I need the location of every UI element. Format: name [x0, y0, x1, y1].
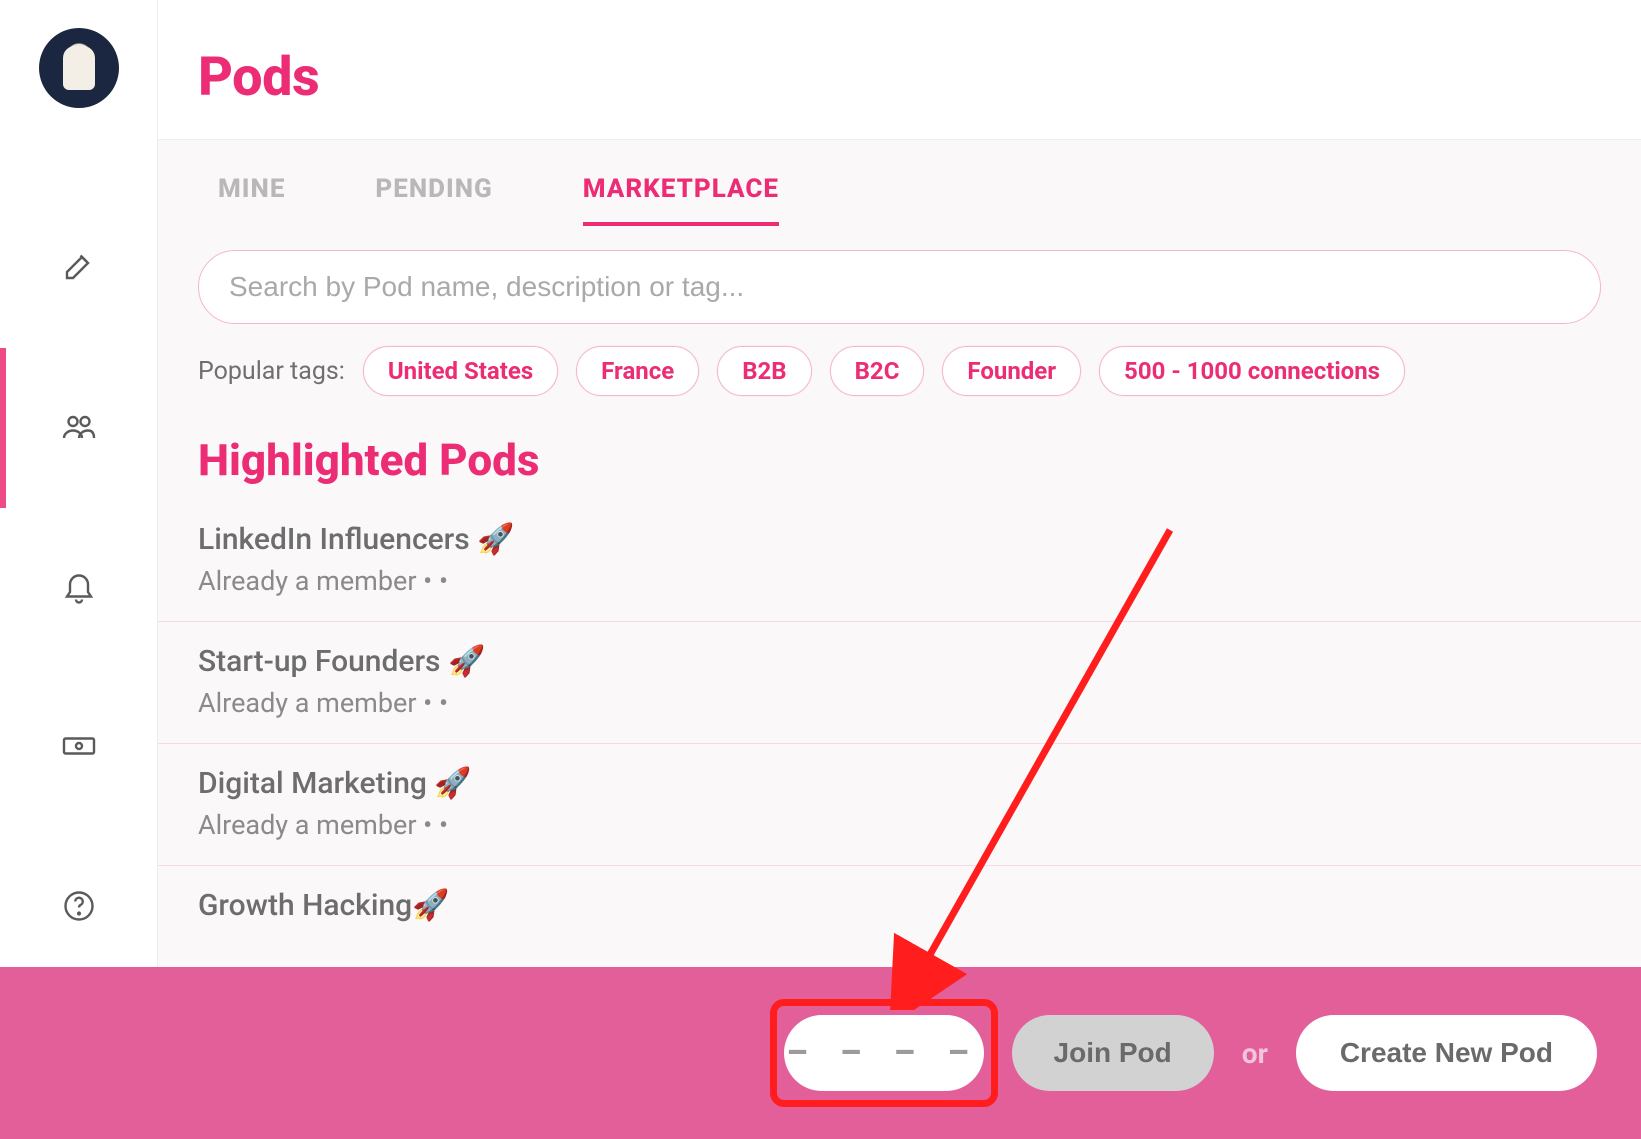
tag-chip[interactable]: United States	[363, 346, 558, 396]
join-pod-button[interactable]: Join Pod	[1012, 1015, 1214, 1091]
tab-marketplace[interactable]: MARKETPLACE	[583, 174, 779, 226]
pod-name: Digital Marketing 🚀	[198, 766, 1601, 801]
highlighted-pods-title: Highlighted Pods	[158, 406, 1641, 500]
pod-subtext: Already a member • •	[198, 687, 1601, 719]
tag-chip[interactable]: Founder	[942, 346, 1081, 396]
pod-name: Start-up Founders 🚀	[198, 644, 1601, 679]
list-item[interactable]: Start-up Founders 🚀 Already a member • •	[158, 622, 1641, 744]
pod-list: LinkedIn Influencers 🚀 Already a member …	[158, 500, 1641, 947]
page-title: Pods	[198, 46, 1601, 109]
search-input[interactable]	[198, 250, 1601, 324]
pod-subtext: Already a member • •	[198, 809, 1601, 841]
pod-name: Growth Hacking🚀	[198, 888, 1601, 923]
footer-bar: – – – – Join Pod or Create New Pod	[0, 967, 1641, 1139]
bell-icon	[61, 568, 97, 608]
tag-chip[interactable]: B2B	[717, 346, 811, 396]
list-item[interactable]: Digital Marketing 🚀 Already a member • •	[158, 744, 1641, 866]
sidebar-item-billing[interactable]	[0, 668, 157, 828]
tab-mine[interactable]: MINE	[218, 174, 285, 226]
sidebar-item-notifications[interactable]	[0, 508, 157, 668]
header: Pods	[158, 0, 1641, 140]
list-item[interactable]: LinkedIn Influencers 🚀 Already a member …	[158, 500, 1641, 622]
sidebar-item-compose[interactable]	[0, 188, 157, 348]
people-icon	[61, 408, 97, 448]
sidebar-item-pods[interactable]	[0, 348, 157, 508]
tag-chip[interactable]: B2C	[830, 346, 925, 396]
help-icon	[61, 888, 97, 928]
popular-tags-row: Popular tags: United States France B2B B…	[158, 324, 1641, 406]
or-separator: or	[1242, 1037, 1268, 1070]
popular-tags-label: Popular tags:	[198, 357, 345, 386]
avatar[interactable]	[39, 28, 119, 108]
pod-code-input[interactable]	[784, 1015, 984, 1091]
tag-chip[interactable]: 500 - 1000 connections	[1099, 346, 1405, 396]
list-item[interactable]: Growth Hacking🚀	[158, 866, 1641, 947]
create-new-pod-button[interactable]: Create New Pod	[1296, 1015, 1597, 1091]
tabs: MINE PENDING MARKETPLACE	[158, 140, 1641, 226]
pod-subtext: Already a member • •	[198, 565, 1601, 597]
sidebar-item-help[interactable]	[0, 828, 157, 988]
tab-pending[interactable]: PENDING	[375, 174, 492, 226]
tag-chip[interactable]: France	[576, 346, 699, 396]
pod-name: LinkedIn Influencers 🚀	[198, 522, 1601, 557]
money-icon	[61, 728, 97, 768]
edit-icon	[61, 248, 97, 288]
